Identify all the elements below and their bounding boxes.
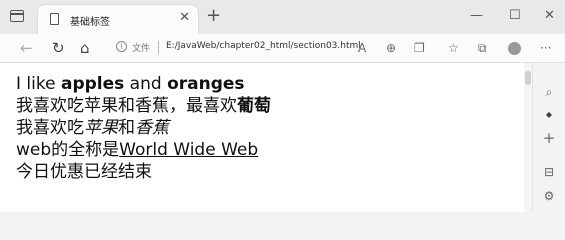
- plus-icon[interactable]: +: [542, 131, 556, 146]
- text: 今日优惠已经结束: [16, 162, 152, 182]
- page-content: I like apples and oranges 我喜欢吃苹果和香蕉，最喜欢葡…: [16, 73, 271, 183]
- more-icon[interactable]: ···: [540, 40, 551, 56]
- text: web的全称是: [16, 140, 120, 160]
- close-icon[interactable]: ✕: [179, 10, 190, 26]
- favorites-icon[interactable]: ☆: [448, 40, 459, 56]
- content-line-2: 我喜欢吃苹果和香蕉，最喜欢葡萄: [16, 95, 271, 117]
- back-arrow-icon[interactable]: ←: [20, 38, 33, 58]
- file-label: 文件: [132, 44, 151, 54]
- address-divider: [158, 41, 159, 54]
- content-line-4: web的全称是World Wide Web: [16, 139, 271, 161]
- content-line-1: I like apples and oranges: [16, 73, 271, 95]
- window-menu-icon[interactable]: [10, 10, 24, 22]
- home-icon[interactable]: ⌂: [80, 38, 90, 58]
- bold-text: 葡萄: [237, 96, 271, 116]
- content-line-5: 今日优惠已经结束: [16, 161, 271, 183]
- title-bar: 基础标签 ✕ + — ☐ ✕: [0, 0, 565, 34]
- page-viewport: I like apples and oranges 我喜欢吃苹果和香蕉，最喜欢葡…: [0, 63, 532, 212]
- minimize-icon[interactable]: —: [470, 6, 483, 26]
- address-bar[interactable]: i 文件 E:/JavaWeb/chapter02_html/section03…: [106, 37, 384, 59]
- extensions-icon[interactable]: ❐: [414, 40, 425, 56]
- text: 和: [118, 118, 135, 138]
- url-text[interactable]: E:/JavaWeb/chapter02_html/section03.html: [166, 41, 361, 51]
- content-line-3: 我喜欢吃苹果和香蕉: [16, 117, 271, 139]
- gear-icon[interactable]: ⚙: [542, 189, 556, 203]
- plus-icon[interactable]: +: [206, 6, 221, 26]
- toolbar: ← ↻ ⌂ i 文件 E:/JavaWeb/chapter02_html/sec…: [0, 34, 565, 62]
- italic-text: 苹果: [84, 118, 118, 138]
- sidebar-item-icon[interactable]: ◆: [542, 108, 556, 122]
- tab-active[interactable]: 基础标签 ✕: [38, 5, 198, 34]
- italic-text: 香蕉: [135, 118, 169, 138]
- sidebar: ⌕ ◆ + ⊟ ⚙: [532, 63, 565, 212]
- bold-text: oranges: [167, 74, 245, 94]
- tab-title: 基础标签: [70, 17, 110, 28]
- text: 我喜欢吃: [16, 118, 84, 138]
- panel-icon[interactable]: ⊟: [542, 165, 556, 179]
- read-aloud-icon[interactable]: A: [358, 40, 366, 56]
- text: 我喜欢吃苹果和香蕉，最喜欢: [16, 96, 237, 116]
- collections-icon[interactable]: ⧉: [478, 40, 487, 56]
- zoom-icon[interactable]: ⊕: [386, 40, 396, 56]
- text: and: [124, 74, 168, 94]
- text: I like: [16, 74, 61, 94]
- profile-icon[interactable]: [508, 42, 521, 55]
- search-icon[interactable]: ⌕: [542, 85, 556, 99]
- scrollbar[interactable]: [524, 63, 532, 212]
- maximize-icon[interactable]: ☐: [509, 6, 521, 26]
- scroll-thumb[interactable]: [525, 71, 531, 85]
- reload-icon[interactable]: ↻: [52, 38, 65, 58]
- info-icon[interactable]: i: [116, 41, 127, 52]
- bold-text: apples: [60, 74, 125, 94]
- underlined-text: World Wide Web: [119, 140, 259, 160]
- page-icon: [50, 13, 59, 25]
- close-icon[interactable]: ✕: [544, 6, 555, 26]
